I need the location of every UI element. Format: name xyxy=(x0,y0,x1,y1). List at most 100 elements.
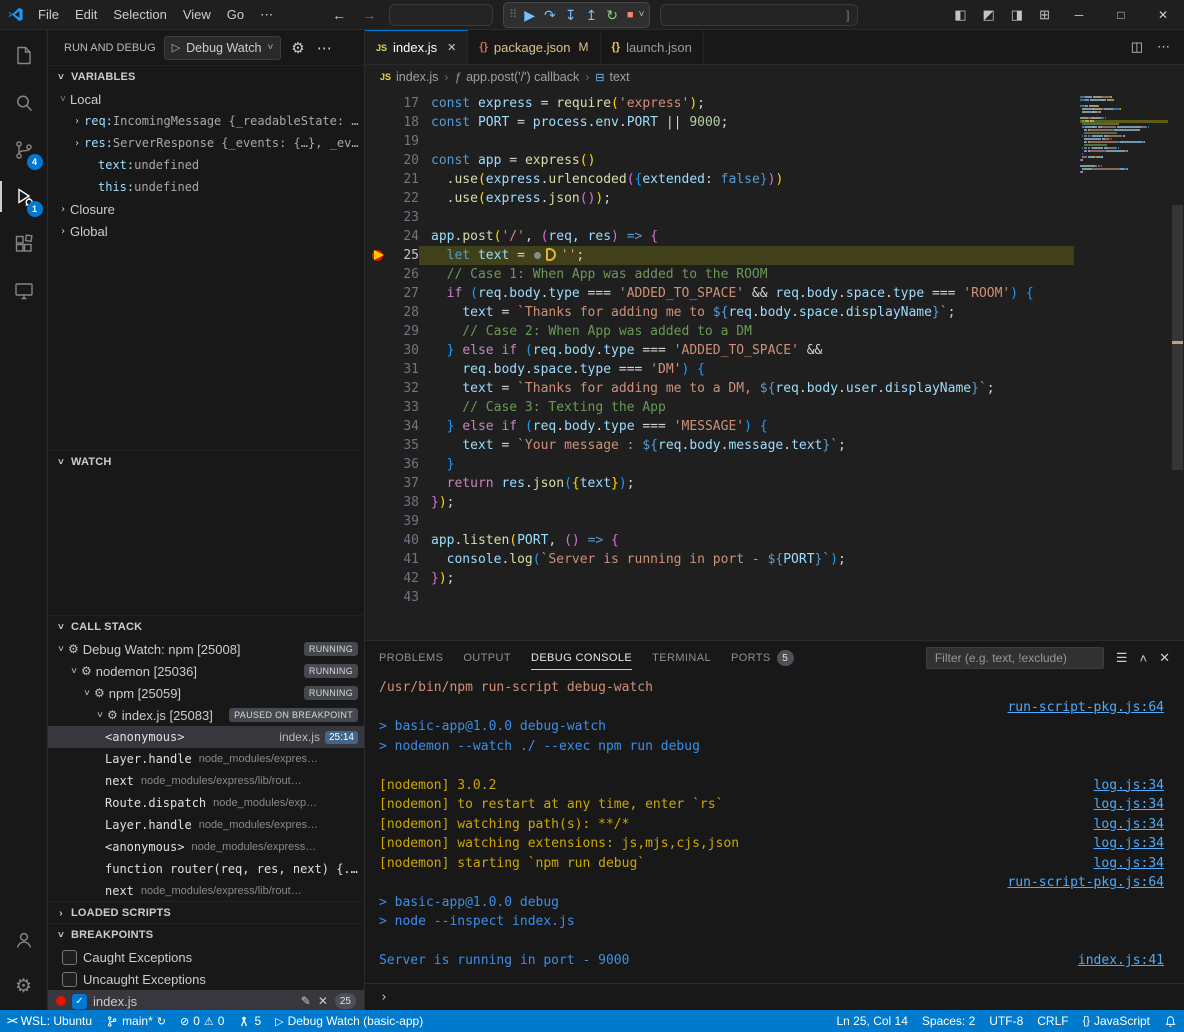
account-icon[interactable] xyxy=(0,916,48,963)
chevron-right-icon[interactable]: › xyxy=(56,226,70,237)
callstack-thread[interactable]: ˅⚙index.js [25083]PAUSED ON BREAKPOINT xyxy=(48,704,364,726)
minimap[interactable] xyxy=(1080,96,1168,177)
breadcrumb-item[interactable]: ƒapp.post('/') callback xyxy=(454,70,579,84)
remove-breakpoint-icon[interactable]: ✕ xyxy=(318,994,328,1008)
callstack-thread[interactable]: ˅⚙nodemon [25036]RUNNING xyxy=(48,660,364,682)
source-control-icon[interactable]: 4 xyxy=(0,126,48,173)
customize-layout-icon[interactable]: ⊞ xyxy=(1031,7,1058,23)
callstack-frame[interactable]: Layer.handlenode_modules/expres… xyxy=(48,814,364,836)
chevron-down-icon[interactable]: ˅ xyxy=(54,644,68,655)
gutter-line-42[interactable]: 42 xyxy=(365,569,419,588)
chevron-down-icon[interactable]: ˅ xyxy=(93,710,107,721)
settings-gear-icon[interactable]: ⚙ xyxy=(0,963,48,1010)
breakpoints-header[interactable]: ˅ BREAKPOINTS xyxy=(48,924,364,946)
breakpoint-checkbox[interactable] xyxy=(62,950,77,965)
console-source-link[interactable]: run-script-pkg.js:64 xyxy=(1007,698,1184,718)
forward-arrow-icon[interactable]: → xyxy=(359,7,379,23)
breadcrumb-item[interactable]: JSindex.js xyxy=(380,70,438,84)
gutter-line-34[interactable]: 34 xyxy=(365,417,419,436)
breadcrumb-item[interactable]: ⊟text xyxy=(595,70,629,84)
chevron-down-icon[interactable]: ˅ xyxy=(56,94,70,105)
tab-launch.json[interactable]: {}launch.json xyxy=(601,30,704,64)
tab-package.json[interactable]: {}package.jsonM xyxy=(468,30,600,64)
explorer-icon[interactable] xyxy=(0,32,48,79)
breakpoint-row[interactable]: Uncaught Exceptions xyxy=(48,968,364,990)
callstack-frame[interactable]: Layer.handlenode_modules/expres… xyxy=(48,748,364,770)
ports-status[interactable]: 5 xyxy=(231,1010,268,1032)
gutter-line-40[interactable]: 40 xyxy=(365,531,419,550)
search-icon[interactable] xyxy=(0,79,48,126)
variable-row[interactable]: ˅Local xyxy=(48,88,364,110)
debug-stop-icon[interactable]: ■ xyxy=(627,2,634,28)
variable-row[interactable]: ›Global xyxy=(48,220,364,242)
gutter-line-30[interactable]: 30 xyxy=(365,341,419,360)
back-arrow-icon[interactable]: ← xyxy=(329,7,349,23)
titlebar-search-box[interactable] xyxy=(389,4,493,26)
watch-header[interactable]: ˅ WATCH xyxy=(48,451,364,473)
loaded-scripts-header[interactable]: › LOADED SCRIPTS xyxy=(48,902,364,923)
panel-tab-ports[interactable]: PORTS5 xyxy=(731,641,794,675)
filter-icon[interactable]: ☰ xyxy=(1116,650,1128,666)
gutter-line-35[interactable]: 35 xyxy=(365,436,419,455)
gutter-line-31[interactable]: 31 xyxy=(365,360,419,379)
debug-stop-dropdown-icon[interactable]: ˅ xyxy=(639,9,645,20)
callstack-thread[interactable]: ˅⚙npm [25059]RUNNING xyxy=(48,682,364,704)
tab-index.js[interactable]: JSindex.js✕ xyxy=(365,30,468,64)
variables-header[interactable]: ˅ VARIABLES xyxy=(48,66,364,88)
gutter-line-29[interactable]: 29 xyxy=(365,322,419,341)
console-source-link[interactable]: index.js:41 xyxy=(1078,951,1184,971)
debug-config-dropdown[interactable]: ▷ Debug Watch ˅ xyxy=(164,36,282,60)
gutter-line-27[interactable]: 27 xyxy=(365,284,419,303)
console-source-link[interactable]: log.js:34 xyxy=(1094,776,1184,796)
gutter-line-21[interactable]: 21 xyxy=(365,170,419,189)
gutter-line-18[interactable]: 18 xyxy=(365,113,419,132)
menu-edit[interactable]: Edit xyxy=(67,0,105,30)
menu-view[interactable]: View xyxy=(175,0,219,30)
breakpoint-row[interactable]: ✓index.js✎✕25 xyxy=(48,990,364,1010)
extensions-icon[interactable] xyxy=(0,220,48,267)
gutter-line-33[interactable]: 33 xyxy=(365,398,419,417)
toolbar-grip-icon[interactable]: ⠿ xyxy=(509,8,515,21)
close-tab-icon[interactable]: ✕ xyxy=(447,41,456,54)
chevron-right-icon[interactable]: › xyxy=(70,116,84,127)
encoding-status[interactable]: UTF-8 xyxy=(982,1010,1030,1032)
toggle-sidebar-icon[interactable]: ◧ xyxy=(946,7,974,23)
callstack-frame[interactable]: <anonymous>node_modules/express… xyxy=(48,836,364,858)
debug-continue-icon[interactable]: ▶ xyxy=(524,2,535,28)
variable-row[interactable]: ›req: IncomingMessage {_readableState: … xyxy=(48,110,364,132)
variable-row[interactable]: ›Closure xyxy=(48,198,364,220)
variable-row[interactable]: this: undefined xyxy=(48,176,364,198)
callstack-frame[interactable]: nextnode_modules/express/lib/rout… xyxy=(48,770,364,792)
gutter-line-20[interactable]: 20 xyxy=(365,151,419,170)
split-editor-icon[interactable]: ◫ xyxy=(1131,39,1143,55)
editor-scrollbar[interactable] xyxy=(1172,205,1183,470)
language-status[interactable]: {} JavaScript xyxy=(1076,1010,1157,1032)
chevron-down-icon[interactable]: ˅ xyxy=(80,688,94,699)
breakpoint-checkbox[interactable] xyxy=(62,972,77,987)
debug-step-out-icon[interactable]: ↥ xyxy=(585,2,597,28)
maximize-button[interactable]: □ xyxy=(1100,0,1142,30)
indentation-status[interactable]: Spaces: 2 xyxy=(915,1010,982,1032)
chevron-down-icon[interactable]: ˅ xyxy=(67,666,81,677)
chevron-right-icon[interactable]: › xyxy=(70,138,84,149)
git-branch-status[interactable]: main* ↻ xyxy=(99,1010,173,1032)
gutter-line-22[interactable]: 22 xyxy=(365,189,419,208)
gutter-line-26[interactable]: 26 xyxy=(365,265,419,284)
debug-settings-gear-icon[interactable]: ⚙ xyxy=(291,39,304,57)
gutter-line-23[interactable]: 23 xyxy=(365,208,419,227)
editor-more-actions-icon[interactable]: ⋯ xyxy=(1157,39,1170,55)
gutter-line-43[interactable]: 43 xyxy=(365,588,419,607)
close-button[interactable]: ✕ xyxy=(1142,0,1184,30)
console-source-link[interactable]: log.js:34 xyxy=(1094,854,1184,874)
debug-console-input[interactable]: › xyxy=(365,983,1184,1010)
menu-go[interactable]: Go xyxy=(219,0,252,30)
gutter-line-28[interactable]: 28 xyxy=(365,303,419,322)
console-filter-input[interactable] xyxy=(926,647,1104,669)
start-debug-icon[interactable]: ▷ xyxy=(172,41,180,54)
gutter-line-38[interactable]: 38 xyxy=(365,493,419,512)
breakpoint-checkbox[interactable]: ✓ xyxy=(72,994,87,1009)
debug-view-more-icon[interactable]: ⋯ xyxy=(313,39,336,57)
gutter-line-25[interactable]: 25 xyxy=(365,246,419,265)
close-panel-icon[interactable]: ✕ xyxy=(1159,650,1170,666)
callstack-frame[interactable]: Route.dispatchnode_modules/exp… xyxy=(48,792,364,814)
